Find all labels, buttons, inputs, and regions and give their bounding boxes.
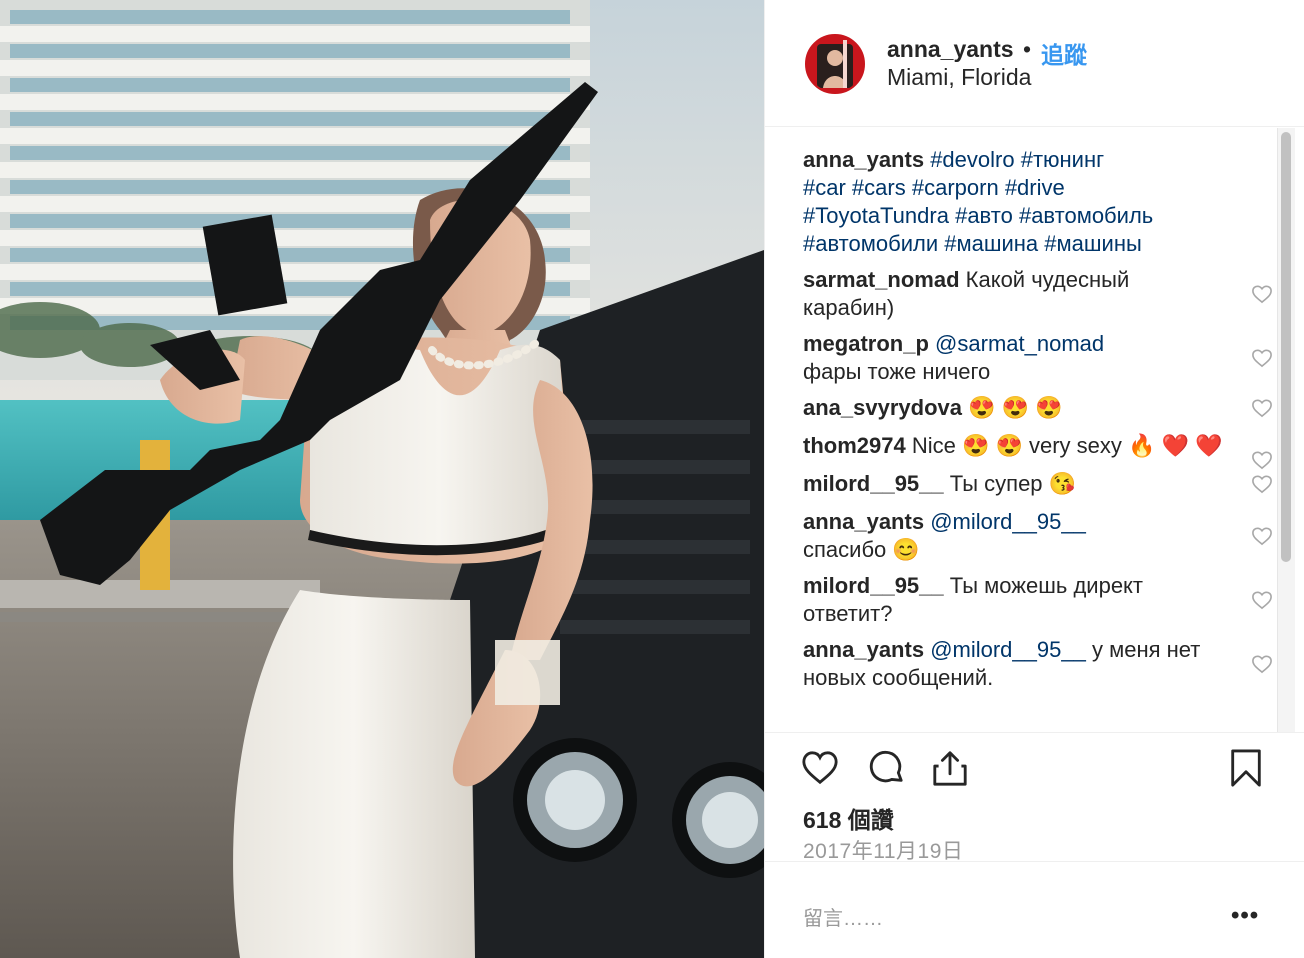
avatar-image xyxy=(807,36,863,92)
comment-like-heart-icon[interactable] xyxy=(1251,348,1273,368)
comment-like-heart-icon[interactable] xyxy=(1251,284,1273,304)
photo-illustration xyxy=(0,0,764,958)
comment-username[interactable]: anna_yants xyxy=(803,509,924,534)
hashtag[interactable]: #авто xyxy=(955,203,1013,228)
comment-item: anna_yants @milord__95__ спасибо 😊 xyxy=(803,508,1273,564)
hashtag[interactable]: #машина xyxy=(944,231,1038,256)
comment-item: sarmat_nomad Какой чудесный карабин) xyxy=(803,266,1273,322)
comment-like-heart-icon[interactable] xyxy=(1251,654,1273,674)
comment-item: milord__95__ Ты можешь директ ответит? xyxy=(803,572,1273,628)
hashtag[interactable]: #автомобили xyxy=(803,231,938,256)
comment-mention[interactable]: @milord__95__ xyxy=(930,509,1086,534)
hashtag[interactable]: #car xyxy=(803,175,846,200)
follow-button[interactable]: 追蹤 xyxy=(1041,36,1087,70)
post-photo[interactable] xyxy=(0,0,764,958)
comment-item: megatron_p @sarmat_nomad фары тоже ничег… xyxy=(803,330,1273,386)
comment-username[interactable]: megatron_p xyxy=(803,331,929,356)
hashtag[interactable]: #автомобиль xyxy=(1019,203,1153,228)
comment-text: Nice 😍 😍 very sexy 🔥 ❤️ ❤️ xyxy=(911,433,1223,458)
likes-count[interactable]: 618 個讚 xyxy=(803,801,894,835)
like-heart-icon[interactable] xyxy=(801,749,839,787)
bookmark-icon[interactable] xyxy=(1227,749,1265,787)
avatar[interactable] xyxy=(805,34,865,94)
comment-text: фары тоже ничего xyxy=(803,359,991,384)
post-header: anna_yants • 追蹤 Miami, Florida xyxy=(765,0,1304,127)
comment-like-heart-icon[interactable] xyxy=(1251,590,1273,610)
comment-username[interactable]: sarmat_nomad xyxy=(803,267,960,292)
comment-like-heart-icon[interactable] xyxy=(1251,474,1273,494)
comment-like-heart-icon[interactable] xyxy=(1251,450,1273,470)
more-options-icon[interactable]: ••• xyxy=(1231,902,1259,930)
post-author-username[interactable]: anna_yants xyxy=(887,36,1014,63)
comment-mention[interactable]: @sarmat_nomad xyxy=(935,331,1104,356)
hashtag[interactable]: #devolro xyxy=(930,147,1014,172)
comment-username[interactable]: ana_svyrydova xyxy=(803,395,962,420)
comments-scrollbar-thumb[interactable] xyxy=(1281,132,1291,562)
comment-username[interactable]: thom2974 xyxy=(803,433,906,458)
share-icon[interactable] xyxy=(931,749,969,787)
comment-like-heart-icon[interactable] xyxy=(1251,526,1273,546)
comment-text: Ты супер 😘 xyxy=(949,471,1077,496)
comment-text: 😍 😍 😍 xyxy=(968,395,1063,420)
comment-username[interactable]: milord__95__ xyxy=(803,471,944,496)
comment-username[interactable]: anna_yants xyxy=(803,637,924,662)
caption-username[interactable]: anna_yants xyxy=(803,147,924,172)
comment-item: anna_yants @milord__95__ у меня нет новы… xyxy=(803,636,1273,692)
hashtag[interactable]: #cars xyxy=(852,175,906,200)
add-comment-bar: 留言…… ••• xyxy=(765,861,1304,958)
comment-item: ana_svyrydova 😍 😍 😍 xyxy=(803,394,1273,422)
hashtag[interactable]: #ToyotaTundra xyxy=(803,203,949,228)
hashtag[interactable]: #carporn xyxy=(912,175,999,200)
comment-item: thom2974 Nice 😍 😍 very sexy 🔥 ❤️ ❤️ xyxy=(803,432,1273,470)
comments-list: anna_yants #devolro #тюнинг #car #cars #… xyxy=(803,146,1273,732)
hashtag[interactable]: #тюнинг xyxy=(1021,147,1104,172)
post-details-panel: anna_yants • 追蹤 Miami, Florida anna_yant… xyxy=(764,0,1304,958)
post-location[interactable]: Miami, Florida xyxy=(887,64,1031,91)
hashtag[interactable]: #машины xyxy=(1044,231,1142,256)
hashtag[interactable]: #drive xyxy=(1005,175,1065,200)
comment-bubble-icon[interactable] xyxy=(867,749,905,787)
comment-item: milord__95__ Ты супер 😘 xyxy=(803,470,1273,498)
comment-like-heart-icon[interactable] xyxy=(1251,398,1273,418)
separator-dot: • xyxy=(1023,36,1032,62)
post-caption: anna_yants #devolro #тюнинг #car #cars #… xyxy=(803,146,1273,258)
comment-input[interactable]: 留言…… xyxy=(803,902,883,931)
comment-text: спасибо 😊 xyxy=(803,537,920,562)
comment-mention[interactable]: @milord__95__ xyxy=(930,637,1086,662)
comment-username[interactable]: milord__95__ xyxy=(803,573,944,598)
